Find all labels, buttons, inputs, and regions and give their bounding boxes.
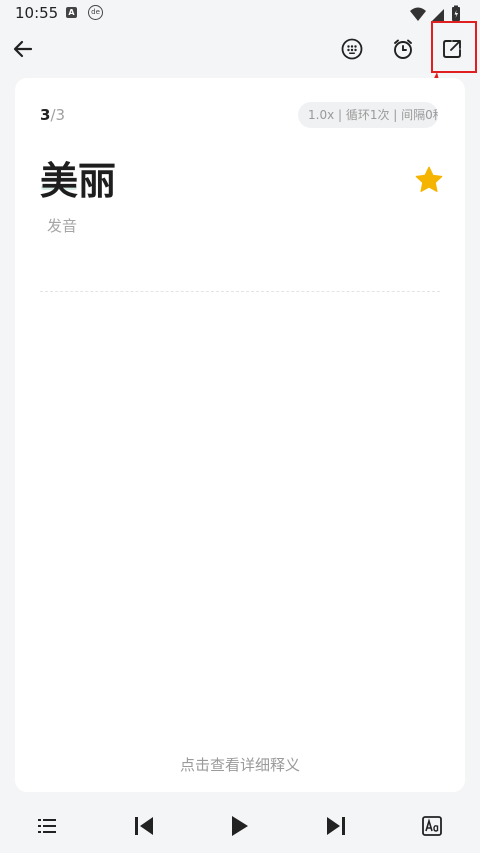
next-button[interactable]	[316, 806, 356, 846]
divider	[40, 291, 440, 292]
play-icon	[232, 816, 248, 836]
progress-counter: 3/3	[40, 106, 65, 124]
play-button[interactable]	[219, 806, 259, 846]
status-bar: 10:55 A de	[0, 0, 480, 28]
view-details-hint[interactable]: 点击查看详细释义	[15, 754, 465, 775]
total-count: 3	[55, 106, 66, 124]
pronunciation-label[interactable]: 发音	[47, 215, 77, 236]
bottom-control-bar	[0, 800, 480, 853]
arrow-left-icon	[13, 40, 33, 58]
back-button[interactable]	[5, 31, 41, 67]
current-index: 3	[40, 106, 51, 124]
notification-a-icon: A	[66, 7, 77, 18]
playback-settings-pill[interactable]: 1.0x | 循环1次 | 间隔0秒	[298, 102, 438, 128]
word-title: 美丽	[40, 159, 117, 203]
flashcard[interactable]: 3/3 1.0x | 循环1次 | 间隔0秒 美丽 发音 点击查看详细释义	[15, 78, 465, 792]
alarm-clock-icon	[394, 39, 412, 59]
status-time: 10:55	[15, 4, 59, 22]
font-size-icon	[422, 816, 442, 836]
top-app-bar	[0, 28, 480, 72]
app-screen: 10:55 A de 3/3 1.0x | 循环1次 | 间隔0秒 美丽 发音 …	[0, 0, 480, 853]
keypad-icon	[341, 38, 363, 60]
word-list-button[interactable]	[27, 806, 67, 846]
skip-previous-icon	[135, 817, 153, 835]
annotation-highlight-box	[431, 21, 477, 73]
notification-dictionary-icon: de	[88, 5, 103, 20]
previous-button[interactable]	[124, 806, 164, 846]
star-icon	[415, 166, 443, 192]
wifi-icon	[410, 7, 426, 21]
battery-icon	[452, 5, 460, 21]
keypad-button[interactable]	[334, 31, 370, 67]
skip-next-icon	[327, 817, 345, 835]
font-size-button[interactable]	[412, 806, 452, 846]
favorite-button[interactable]	[413, 164, 445, 196]
signal-icon	[432, 9, 444, 21]
list-icon	[38, 819, 56, 833]
timer-button[interactable]	[385, 31, 421, 67]
